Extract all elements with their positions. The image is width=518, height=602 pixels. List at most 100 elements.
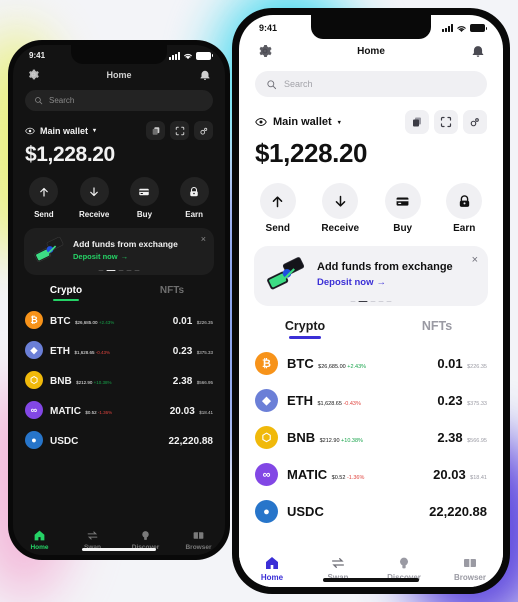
connect-link-icon[interactable] [194,121,213,140]
tab-nfts[interactable]: NFTs [371,319,503,339]
eth-icon: ◆ [25,341,43,359]
token-row-btc[interactable]: ₿ BTC $26,685.00 +2.43% 0.01 $226.35 [255,345,487,382]
phones-transfer-illustration [34,236,64,262]
banner-title: Add funds from exchange [73,239,178,249]
token-symbol: BNB [50,376,72,387]
bell-icon[interactable] [471,44,485,58]
wallet-row: Main wallet ▾ [13,111,225,140]
signal-bars-icon [169,51,180,60]
btc-icon: ₿ [255,352,278,375]
token-row-usdc[interactable]: ● USDC 22,220.88 [255,493,487,530]
home-icon [266,557,278,569]
token-amount: 20.03 [433,466,466,482]
arrow-right-icon: → [376,276,386,288]
gear-icon[interactable] [257,43,273,59]
nav-label: Home [260,573,284,582]
tab-underline [53,298,79,301]
status-bar: 9:41 [13,45,225,62]
banner-cta[interactable]: Deposit now → [317,277,453,288]
token-row-btc[interactable]: ₿ BTC $26,685.00 +2.43% 0.01 $226.35 [25,305,213,335]
battery-icon [470,24,487,32]
action-label: Send [34,210,54,219]
search-input[interactable]: Search [25,90,213,111]
search-input[interactable]: Search [255,71,487,97]
token-list: ₿ BTC $26,685.00 +2.43% 0.01 $226.35 ◆ E… [239,339,503,530]
eth-icon: ◆ [255,389,278,412]
tab-label: Crypto [284,319,326,333]
copy-icon[interactable] [146,121,165,140]
nav-home[interactable]: Home [13,529,66,551]
page-title: Home [357,45,385,57]
banner-cta-label: Deposit now [317,276,374,288]
copy-icon[interactable] [405,110,429,134]
tab-label: NFTs [421,319,453,333]
home-indicator [323,578,419,582]
action-label: Buy [393,223,413,234]
tab-nfts[interactable]: NFTs [119,285,225,301]
nav-label: Browser [185,544,212,551]
carousel-dots [98,269,140,271]
qr-scan-icon[interactable] [434,110,458,134]
gear-icon[interactable] [27,68,40,81]
wallet-selector[interactable]: Main wallet ▾ [25,126,96,136]
action-earn[interactable]: Earn [446,183,483,234]
qr-scan-icon[interactable] [170,121,189,140]
wallet-name: Main wallet [273,116,332,128]
nav-label: Home [30,544,49,551]
bulb-icon [400,557,408,569]
bell-icon[interactable] [199,69,211,81]
home-indicator [82,548,156,551]
wallet-selector[interactable]: Main wallet ▾ [255,116,341,128]
close-icon[interactable]: × [472,254,478,266]
wallet-action-icons [146,121,213,140]
bulb-icon [142,531,149,540]
token-row-bnb[interactable]: ⬡ BNB $212.90 +10.38% 2.38 $566.95 [25,365,213,395]
token-row-eth[interactable]: ◆ ETH $1,628.65 -0.43% 0.23 $375.33 [255,382,487,419]
action-receive[interactable]: Receive [79,177,109,219]
carousel-dots [350,300,392,302]
token-amount: 0.01 [437,355,463,371]
asset-tabs: Crypto NFTs [13,285,225,301]
token-row-eth[interactable]: ◆ ETH $1,628.65 -0.43% 0.23 $375.33 [25,335,213,365]
usdc-icon: ● [255,500,278,523]
token-row-matic[interactable]: ∞ MATIC $0.52 -1.36% 20.03 $18.41 [25,395,213,425]
promo-banner[interactable]: Add funds from exchange Deposit now → × [24,228,214,275]
wifi-icon [184,53,192,59]
action-receive[interactable]: Receive [321,183,359,234]
phone-dark-theme: 9:41 Home Search Main wallet ▾ $1,228.20… [8,40,230,560]
token-list: ₿ BTC $26,685.00 +2.43% 0.01 $226.35 ◆ E… [13,301,225,455]
promo-banner[interactable]: Add funds from exchange Deposit now → × [254,246,488,306]
matic-icon: ∞ [25,401,43,419]
token-row-bnb[interactable]: ⬡ BNB $212.90 +10.38% 2.38 $566.95 [255,419,487,456]
wallet-action-icons [405,110,487,134]
tab-crypto[interactable]: Crypto [13,285,119,301]
connect-link-icon[interactable] [463,110,487,134]
page-title: Home [106,69,132,80]
token-symbol: MATIC [50,406,81,417]
arrow-down-icon [79,177,109,206]
token-row-matic[interactable]: ∞ MATIC $0.52 -1.36% 20.03 $18.41 [255,456,487,493]
action-label: Earn [453,223,476,234]
browser-icon [464,559,476,567]
token-symbol: BTC [50,316,71,327]
nav-home[interactable]: Home [239,555,305,582]
nav-browser[interactable]: Browser [172,529,225,551]
token-amount: 20.03 [169,406,195,417]
nav-browser[interactable]: Browser [437,555,503,582]
banner-cta[interactable]: Deposit now → [73,252,178,261]
tab-underline [289,336,321,339]
action-label: Receive [321,223,360,234]
arrow-up-icon [29,177,59,206]
arrow-right-icon: → [120,252,129,261]
action-send[interactable]: Send [29,177,59,219]
action-buy[interactable]: Buy [129,177,159,219]
token-symbol: USDC [50,436,79,447]
token-row-usdc[interactable]: ● USDC 22,220.88 [25,425,213,455]
close-icon[interactable]: × [201,234,206,244]
action-send[interactable]: Send [259,183,296,234]
action-buy[interactable]: Buy [384,183,421,234]
wallet-name: Main wallet [40,125,89,136]
token-value: $226.35 [467,363,487,370]
action-earn[interactable]: Earn [179,177,209,219]
tab-crypto[interactable]: Crypto [239,319,371,339]
